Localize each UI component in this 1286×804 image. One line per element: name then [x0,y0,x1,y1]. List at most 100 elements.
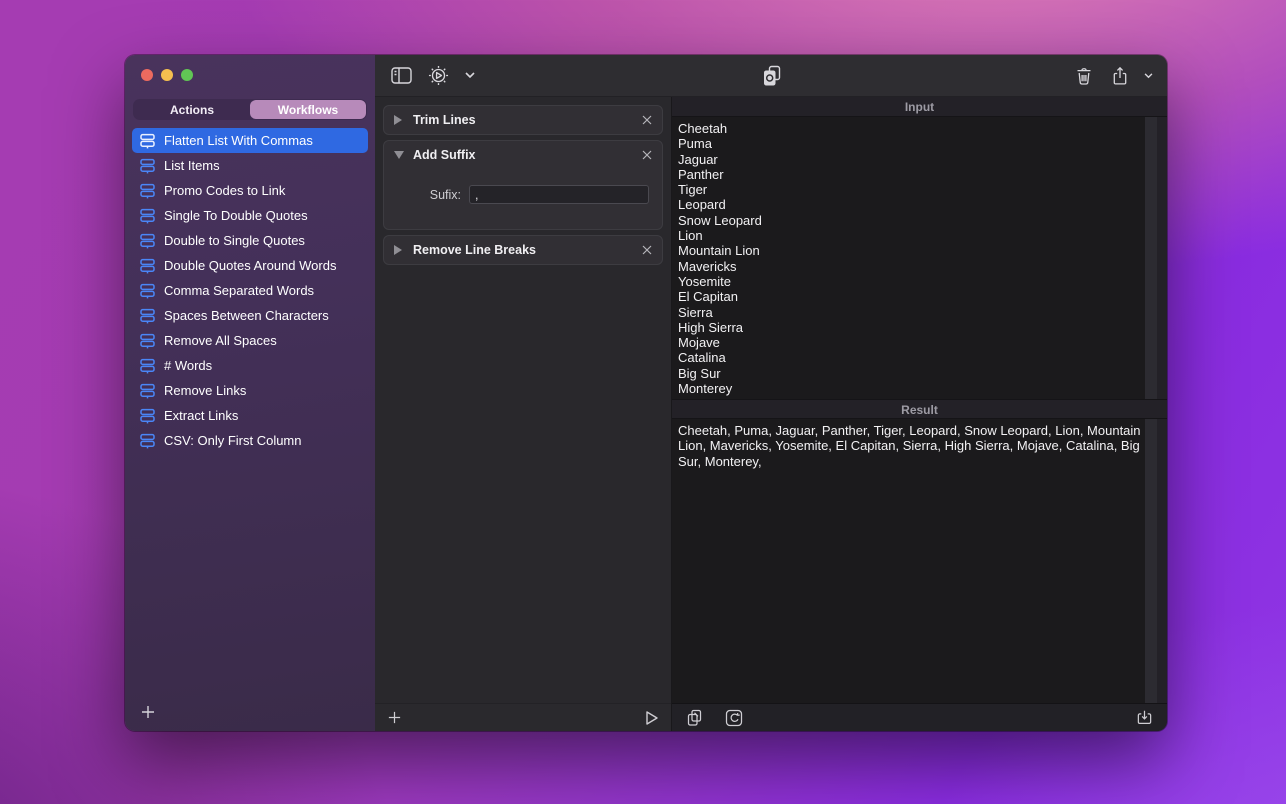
workflow-label: # Words [164,358,212,373]
workflow-icon [139,157,156,174]
share-button[interactable] [1106,62,1134,90]
save-result-button[interactable] [1134,707,1155,728]
workflow-label: Extract Links [164,408,238,423]
remove-step-button[interactable] [638,141,656,169]
workflow-list-item[interactable]: Promo Codes to Link [132,178,368,203]
content-area: Trim Lines Add Suffix [375,97,1167,731]
zoom-window-button[interactable] [181,69,193,81]
step-title: Add Suffix [413,148,476,162]
close-icon [642,150,652,160]
step-card-trim-lines[interactable]: Trim Lines [383,105,663,135]
sidebar-toggle-icon [391,67,412,84]
play-icon [645,710,659,726]
close-icon [642,115,652,125]
add-workflow-button[interactable] [137,701,159,723]
workflow-list-item[interactable]: Remove Links [132,378,368,403]
close-window-button[interactable] [141,69,153,81]
workflow-list: Flatten List With Commas List Items [132,128,368,453]
run-options-chevron-button[interactable] [459,62,481,90]
steps-list: Trim Lines Add Suffix [375,97,671,703]
paste-input-button[interactable] [684,707,705,729]
download-icon [1136,709,1153,726]
suffix-field-label: Sufix: [384,188,461,202]
workflow-steps-panel: Trim Lines Add Suffix [375,97,672,731]
share-options-chevron-button[interactable] [1142,62,1155,90]
workflow-list-item[interactable]: Double Quotes Around Words [132,253,368,278]
workflow-label: List Items [164,158,220,173]
run-workflow-button[interactable] [643,708,661,728]
workflow-list-item[interactable]: Single To Double Quotes [132,203,368,228]
workflow-label: Remove Links [164,383,246,398]
traffic-lights [141,69,193,81]
chevron-down-icon [465,72,475,79]
workflow-list-item[interactable]: Spaces Between Characters [132,303,368,328]
suffix-input[interactable] [469,185,649,204]
workflow-icon [139,282,156,299]
input-textarea[interactable]: Cheetah Puma Jaguar Panther Tiger Leopar… [672,117,1145,399]
steps-footer [375,703,671,731]
input-scrollbar-track [1145,117,1157,399]
workflow-icon [139,132,156,149]
duplicate-to-device-icon [762,65,781,87]
result-scrollbar-track [1145,419,1157,703]
workflow-icon [139,357,156,374]
workflow-label: Promo Codes to Link [164,183,285,198]
workflow-list-item[interactable]: List Items [132,153,368,178]
plus-icon [387,710,402,725]
step-options: Sufix: [384,169,662,229]
workflow-icon [139,382,156,399]
workflow-list-item[interactable]: # Words [132,353,368,378]
remove-step-button[interactable] [638,236,656,264]
run-settings-button[interactable] [422,62,455,90]
workflow-list-item[interactable]: Flatten List With Commas [132,128,368,153]
io-footer [672,703,1167,731]
workflow-icon [139,207,156,224]
main-area: Trim Lines Add Suffix [375,55,1167,731]
add-step-button[interactable] [385,708,404,727]
workflow-icon [139,407,156,424]
step-card-remove-line-breaks[interactable]: Remove Line Breaks [383,235,663,265]
share-icon [1112,66,1128,86]
trash-icon [1076,67,1092,85]
io-panel: Input Cheetah Puma Jaguar Panther Tiger … [672,97,1167,731]
disclosure-collapsed-icon[interactable] [394,245,404,255]
workflow-icon [139,232,156,249]
workflow-icon [139,432,156,449]
disclosure-expanded-icon[interactable] [394,150,404,160]
use-result-as-input-button[interactable] [723,707,745,729]
workflow-list-item[interactable]: Comma Separated Words [132,278,368,303]
step-card-add-suffix[interactable]: Add Suffix Sufix: [383,140,663,230]
workflow-label: Comma Separated Words [164,283,314,298]
chevron-down-icon [1144,73,1153,79]
sidebar-tab[interactable]: Actions [134,100,250,119]
sidebar-toggle-button[interactable] [385,62,418,90]
workflow-list-item[interactable]: Extract Links [132,403,368,428]
workflow-list-item[interactable]: Double to Single Quotes [132,228,368,253]
sidebar-tab[interactable]: Workflows [250,100,366,119]
workflow-list-item[interactable]: Remove All Spaces [132,328,368,353]
run-settings-gear-icon [428,65,449,86]
send-to-device-button[interactable] [756,62,787,90]
toolbar [375,55,1167,97]
workflow-label: Double to Single Quotes [164,233,305,248]
panel-edge-spacer [1157,419,1167,703]
reuse-result-icon [725,709,743,727]
copy-doc-icon [686,709,703,727]
step-title: Trim Lines [413,113,476,127]
result-textarea[interactable]: Cheetah, Puma, Jaguar, Panther, Tiger, L… [672,419,1145,703]
result-header: Result [672,399,1167,419]
workflow-list-item[interactable]: CSV: Only First Column [132,428,368,453]
disclosure-collapsed-icon[interactable] [394,115,404,125]
workflow-label: Single To Double Quotes [164,208,308,223]
text-workflow-window: Actions Workflows Flatten List With Comm… [125,55,1167,731]
minimize-window-button[interactable] [161,69,173,81]
workflow-icon [139,182,156,199]
step-title: Remove Line Breaks [413,243,536,257]
remove-step-button[interactable] [638,106,656,134]
delete-workflow-button[interactable] [1070,62,1098,90]
close-icon [642,245,652,255]
workflow-icon [139,332,156,349]
workflow-icon [139,257,156,274]
sidebar-mode-tabs: Actions Workflows [133,99,367,120]
workflow-label: Double Quotes Around Words [164,258,336,273]
